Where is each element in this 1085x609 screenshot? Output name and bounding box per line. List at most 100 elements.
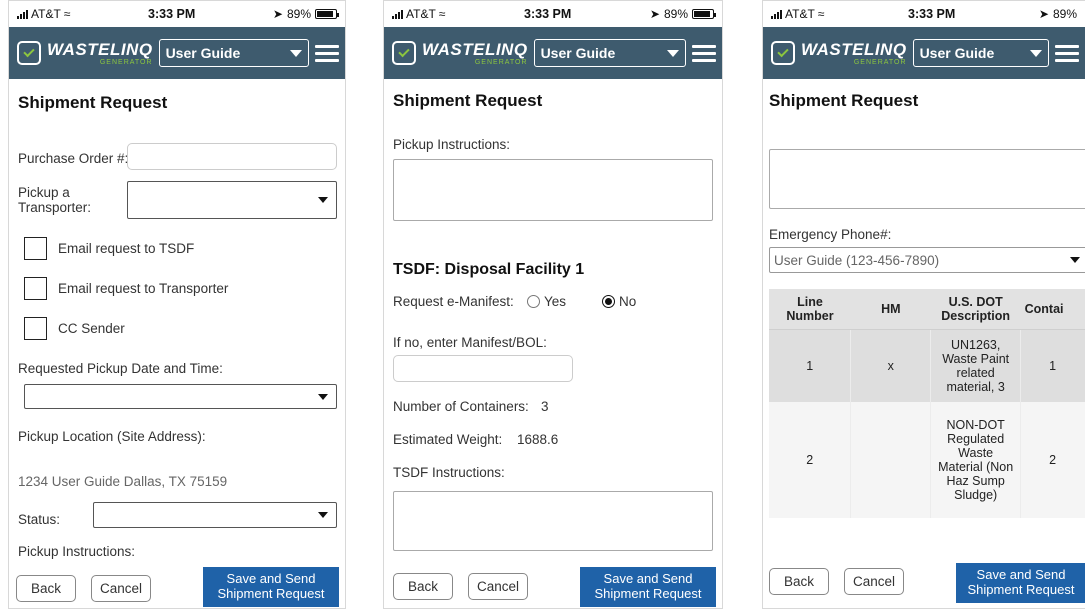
status-time: 3:33 PM [148, 7, 196, 21]
manifest-label: If no, enter Manifest/BOL: [393, 335, 547, 350]
chevron-down-icon [318, 512, 328, 518]
user-guide-select[interactable]: User Guide [533, 39, 686, 67]
status-select[interactable] [93, 502, 337, 528]
app-bar: WASTELINQ GENERATOR User Guide [384, 27, 722, 79]
pickup-instructions-textarea[interactable] [393, 159, 713, 221]
line-items-table: Line Number HM U.S. DOT Description Cont… [769, 289, 1085, 518]
radio-no-selected[interactable] [602, 295, 615, 308]
phone-screen-1: AT&T ≈ 3:33 PM ➤ 89% WASTELINQ GENERATOR… [8, 0, 346, 609]
pickup-location-value: 1234 User Guide Dallas, TX 75159 [18, 474, 228, 489]
user-guide-select[interactable]: User Guide [912, 39, 1049, 67]
cancel-button[interactable]: Cancel [468, 573, 528, 600]
weight-label: Estimated Weight: [393, 432, 503, 447]
emanifest-no-option[interactable]: No [602, 294, 636, 309]
wifi-icon: ≈ [438, 7, 446, 21]
emanifest-label: Request e-Manifest: [393, 294, 514, 309]
col-hm: HM [850, 289, 931, 330]
hamburger-icon[interactable] [692, 44, 716, 62]
tsdf-instructions-textarea[interactable] [393, 491, 713, 551]
carrier-label: AT&T [785, 7, 815, 21]
status-bar: AT&T ≈ 3:33 PM ➤ 89% [9, 1, 345, 27]
signal-bars-icon [392, 9, 403, 19]
chevron-down-icon [1070, 257, 1080, 263]
transporter-select[interactable] [127, 181, 337, 219]
pickup-instructions-label: Pickup Instructions: [18, 544, 136, 559]
emergency-phone-select[interactable]: User Guide (123-456-7890) [769, 247, 1085, 273]
save-send-button[interactable]: Save and Send Shipment Request [956, 563, 1085, 603]
carrier-label: AT&T [31, 7, 61, 21]
location-arrow-icon: ➤ [649, 7, 660, 21]
cc-sender-checkbox[interactable] [24, 317, 47, 340]
pickup-date-label: Requested Pickup Date and Time: [18, 361, 223, 376]
col-line-number: Line Number [769, 289, 851, 330]
email-tsdf-checkbox[interactable] [24, 237, 47, 260]
save-send-button[interactable]: Save and Send Shipment Request [203, 567, 339, 607]
tsdf-instructions-textarea[interactable] [769, 149, 1085, 209]
weight-value: 1688.6 [517, 432, 559, 447]
app-bar: WASTELINQ GENERATOR User Guide [9, 27, 345, 79]
purchase-order-input[interactable] [127, 143, 337, 170]
status-bar: AT&T ≈ 3:33 PM ➤ 89% [384, 1, 722, 27]
page-title: Shipment Request [393, 91, 543, 110]
cancel-button[interactable]: Cancel [844, 568, 904, 595]
emanifest-yes-option[interactable]: Yes [527, 294, 566, 309]
chevron-down-icon [290, 49, 302, 57]
wifi-icon: ≈ [817, 7, 825, 21]
app-bar: WASTELINQ GENERATOR User Guide [763, 27, 1085, 79]
transporter-label: Pickup a Transporter: [18, 185, 92, 215]
phone-screen-2: AT&T ≈ 3:33 PM ➤ 89% WASTELINQ GENERATOR… [383, 0, 723, 609]
chevron-down-icon [318, 197, 328, 203]
tsdf-heading: TSDF: Disposal Facility 1 [393, 261, 585, 278]
logo-check-icon [392, 41, 416, 65]
phone-screen-3: AT&T ≈ 3:33 PM ➤ 89% WASTELINQ GENERATOR… [762, 0, 1085, 609]
cancel-button[interactable]: Cancel [91, 575, 151, 602]
email-tsdf-label: Email request to TSDF [58, 241, 195, 256]
user-guide-select[interactable]: User Guide [158, 39, 309, 67]
brand-logo: WASTELINQ GENERATOR [801, 39, 907, 66]
table-row: 2 NON-DOT Regulated Waste Material (Non … [769, 401, 1085, 518]
back-button[interactable]: Back [769, 568, 829, 595]
pickup-instructions-label: Pickup Instructions: [393, 137, 511, 152]
battery-percent: 89% [663, 7, 688, 21]
hamburger-icon[interactable] [1055, 44, 1079, 62]
pickup-location-label: Pickup Location (Site Address): [18, 429, 206, 444]
location-arrow-icon: ➤ [272, 7, 283, 21]
battery-percent: 89% [286, 7, 311, 21]
wifi-icon: ≈ [63, 7, 71, 21]
col-containers: Contai [1020, 289, 1085, 330]
table-row: 1 x UN1263, Waste Paint related material… [769, 329, 1085, 402]
status-label: Status: [18, 512, 61, 527]
status-time: 3:33 PM [524, 7, 572, 21]
containers-value: 3 [541, 399, 549, 414]
page-title: Shipment Request [769, 91, 919, 110]
tsdf-instructions-label: TSDF Instructions: [393, 465, 505, 480]
email-transporter-checkbox[interactable] [24, 277, 47, 300]
signal-bars-icon [771, 9, 782, 19]
email-transporter-label: Email request to Transporter [58, 281, 229, 296]
save-send-button[interactable]: Save and Send Shipment Request [580, 567, 716, 607]
brand-logo: WASTELINQ GENERATOR [47, 39, 153, 66]
signal-bars-icon [17, 9, 28, 19]
col-dot-description: U.S. DOT Description [930, 289, 1021, 330]
radio-yes[interactable] [527, 295, 540, 308]
cc-sender-label: CC Sender [58, 321, 125, 336]
hamburger-icon[interactable] [315, 44, 339, 62]
brand-logo: WASTELINQ GENERATOR [422, 39, 528, 66]
logo-check-icon [17, 41, 41, 65]
chevron-down-icon [667, 49, 679, 57]
carrier-label: AT&T [406, 7, 436, 21]
back-button[interactable]: Back [16, 575, 76, 602]
back-button[interactable]: Back [393, 573, 453, 600]
purchase-order-label: Purchase Order #: [18, 151, 129, 166]
manifest-input[interactable] [393, 355, 573, 382]
battery-percent: 89% [1052, 7, 1077, 21]
chevron-down-icon [1030, 49, 1042, 57]
location-arrow-icon: ➤ [1038, 7, 1049, 21]
chevron-down-icon [318, 393, 328, 400]
status-bar: AT&T ≈ 3:33 PM ➤ 89% [763, 1, 1085, 27]
pickup-date-select[interactable] [24, 384, 337, 409]
containers-label: Number of Containers: [393, 399, 529, 414]
page-title: Shipment Request [18, 93, 168, 112]
battery-icon [315, 9, 339, 19]
emergency-phone-label: Emergency Phone#: [769, 227, 892, 242]
